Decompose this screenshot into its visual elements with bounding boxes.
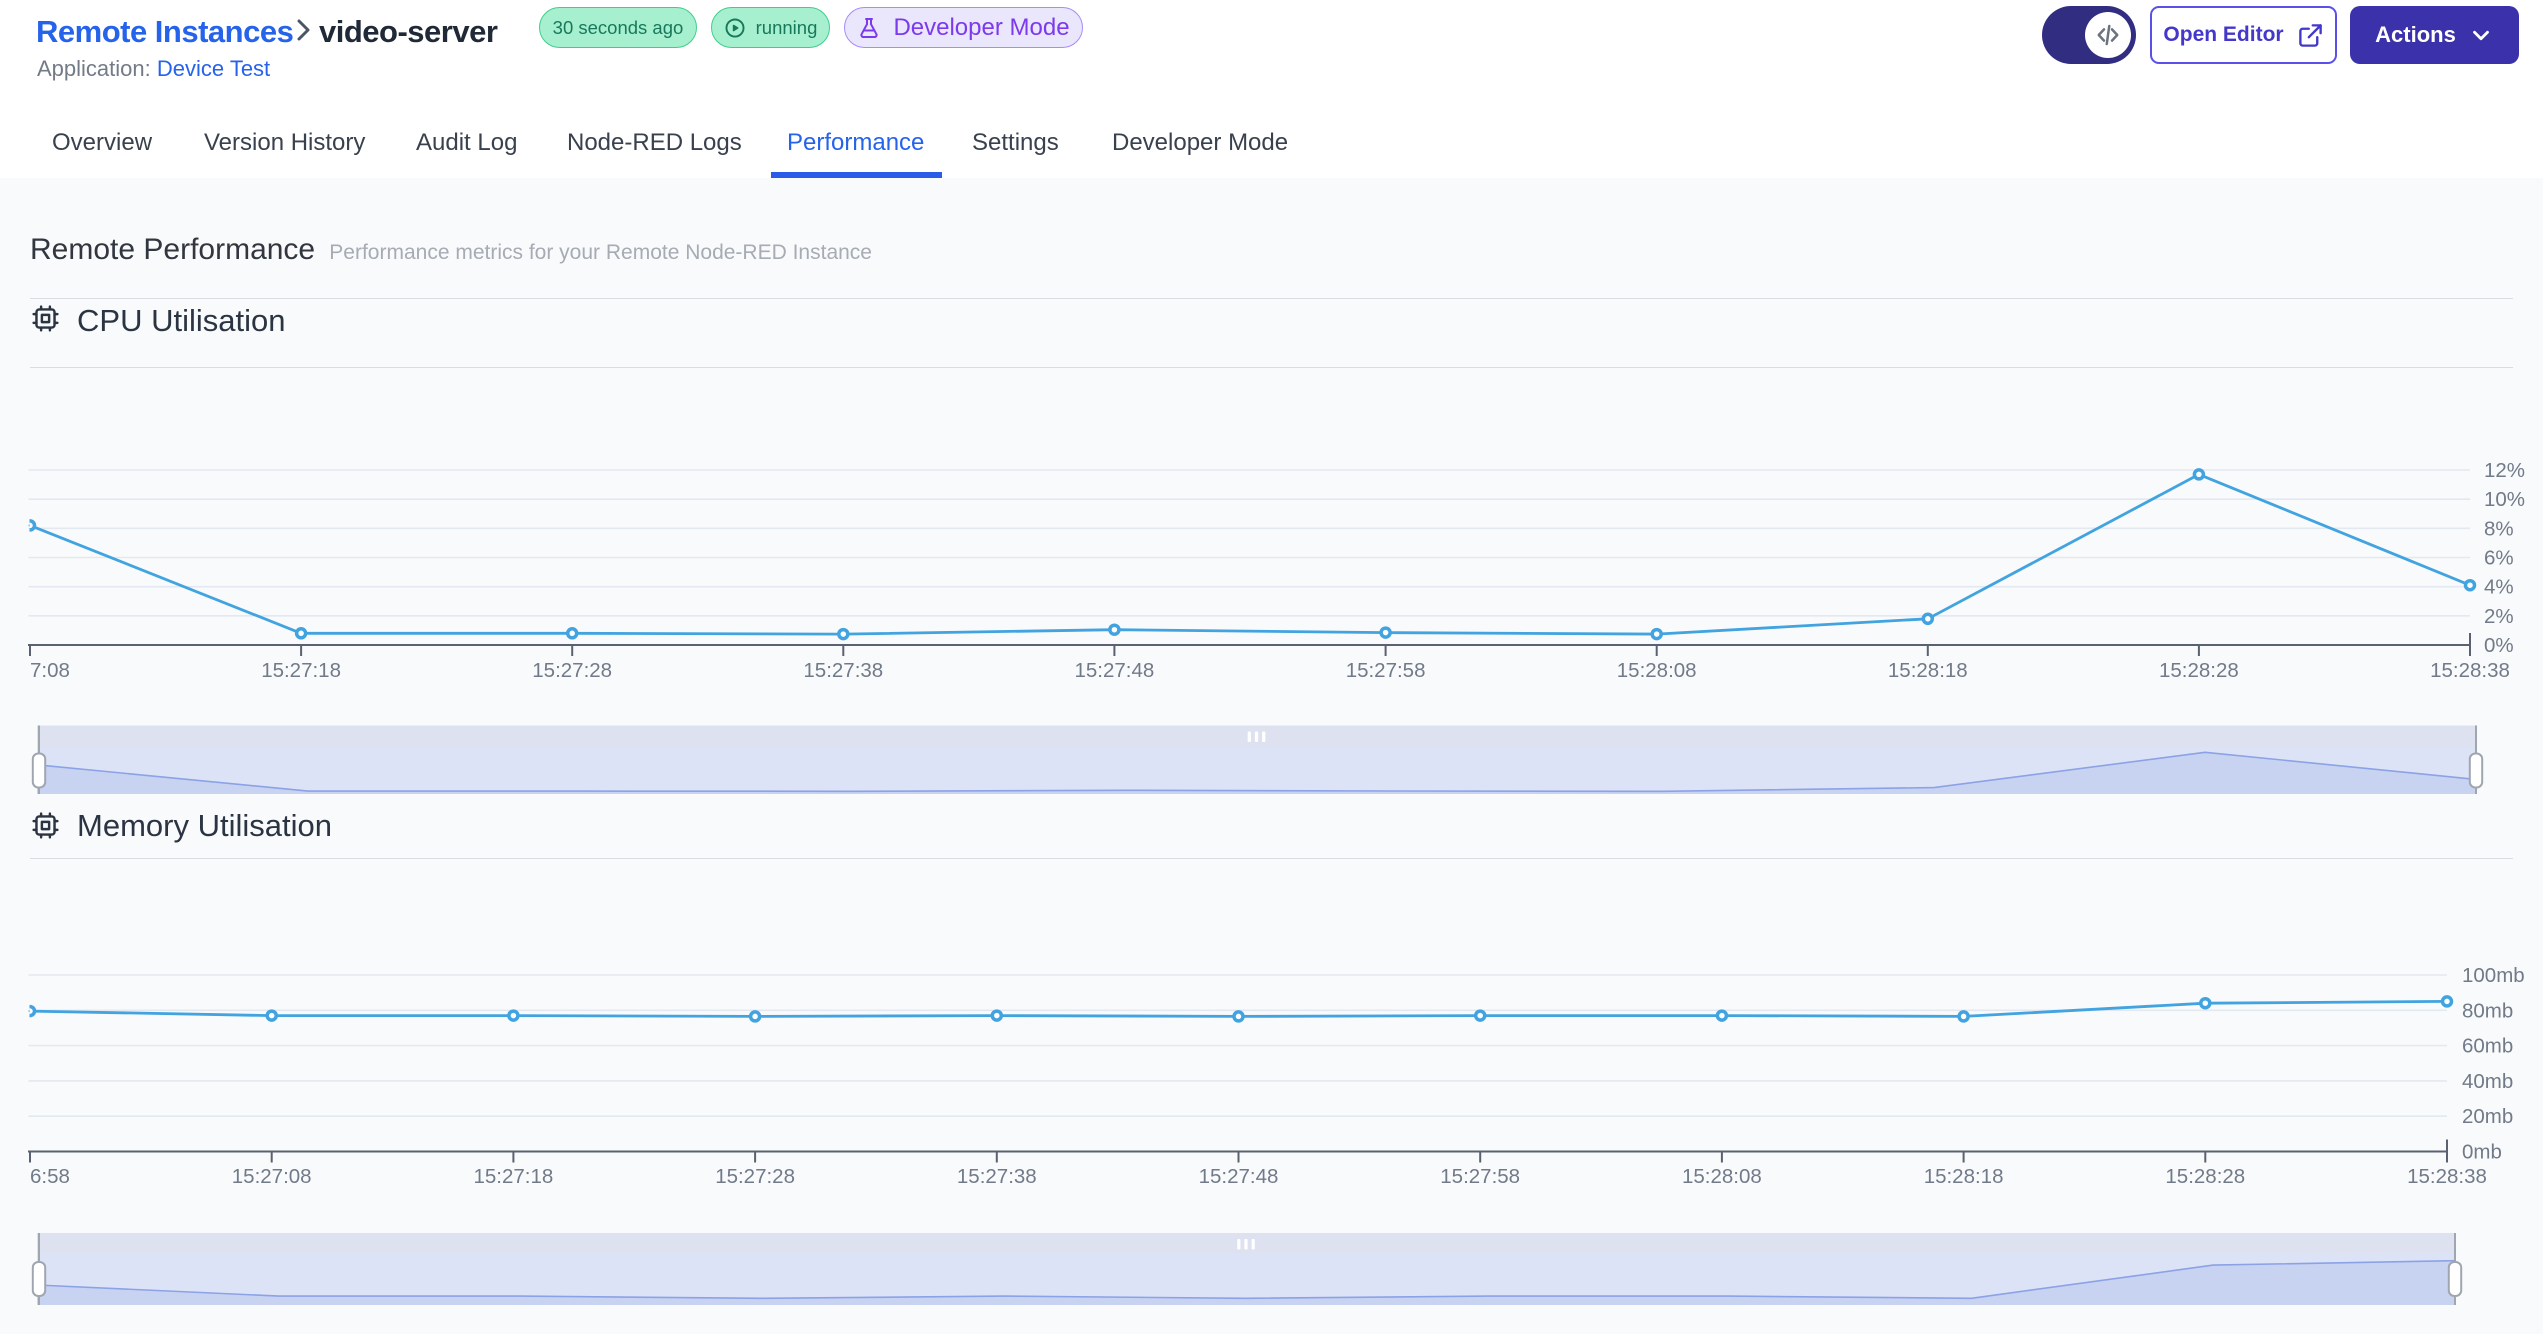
svg-text:15:27:58: 15:27:58 <box>1346 659 1426 682</box>
svg-text:15:28:18: 15:28:18 <box>1924 1165 2004 1188</box>
svg-text:15:27:48: 15:27:48 <box>1074 659 1154 682</box>
svg-text:15:28:28: 15:28:28 <box>2165 1165 2245 1188</box>
svg-text:15:28:28: 15:28:28 <box>2159 659 2239 682</box>
svg-text:15:27:48: 15:27:48 <box>1199 1165 1279 1188</box>
svg-text:15:27:58: 15:27:58 <box>1440 1165 1520 1188</box>
svg-text:15:27:28: 15:27:28 <box>715 1165 795 1188</box>
svg-text:15:28:38: 15:28:38 <box>2407 1165 2487 1188</box>
svg-text:15:27:18: 15:27:18 <box>261 659 341 682</box>
svg-text:60mb: 60mb <box>2462 1035 2513 1058</box>
svg-text:6%: 6% <box>2484 547 2514 570</box>
svg-text:80mb: 80mb <box>2462 999 2513 1022</box>
svg-text:15:28:38: 15:28:38 <box>2430 659 2510 682</box>
svg-text:10%: 10% <box>2484 488 2525 511</box>
svg-text:6:58: 6:58 <box>30 1165 70 1188</box>
svg-text:0%: 0% <box>2484 634 2514 657</box>
svg-text:100mb: 100mb <box>2462 964 2525 987</box>
svg-text:0mb: 0mb <box>2462 1141 2502 1164</box>
svg-text:15:27:28: 15:27:28 <box>532 659 612 682</box>
svg-text:15:27:18: 15:27:18 <box>473 1165 553 1188</box>
svg-text:15:28:18: 15:28:18 <box>1888 659 1968 682</box>
svg-text:15:27:38: 15:27:38 <box>803 659 883 682</box>
svg-text:8%: 8% <box>2484 517 2514 540</box>
svg-text:15:28:08: 15:28:08 <box>1617 659 1697 682</box>
svg-text:40mb: 40mb <box>2462 1070 2513 1093</box>
svg-text:20mb: 20mb <box>2462 1105 2513 1128</box>
svg-text:15:27:38: 15:27:38 <box>957 1165 1037 1188</box>
svg-text:7:08: 7:08 <box>30 659 70 682</box>
svg-text:12%: 12% <box>2484 459 2525 482</box>
svg-text:2%: 2% <box>2484 605 2514 628</box>
svg-text:15:28:08: 15:28:08 <box>1682 1165 1762 1188</box>
svg-text:15:27:08: 15:27:08 <box>232 1165 312 1188</box>
svg-text:4%: 4% <box>2484 576 2514 599</box>
